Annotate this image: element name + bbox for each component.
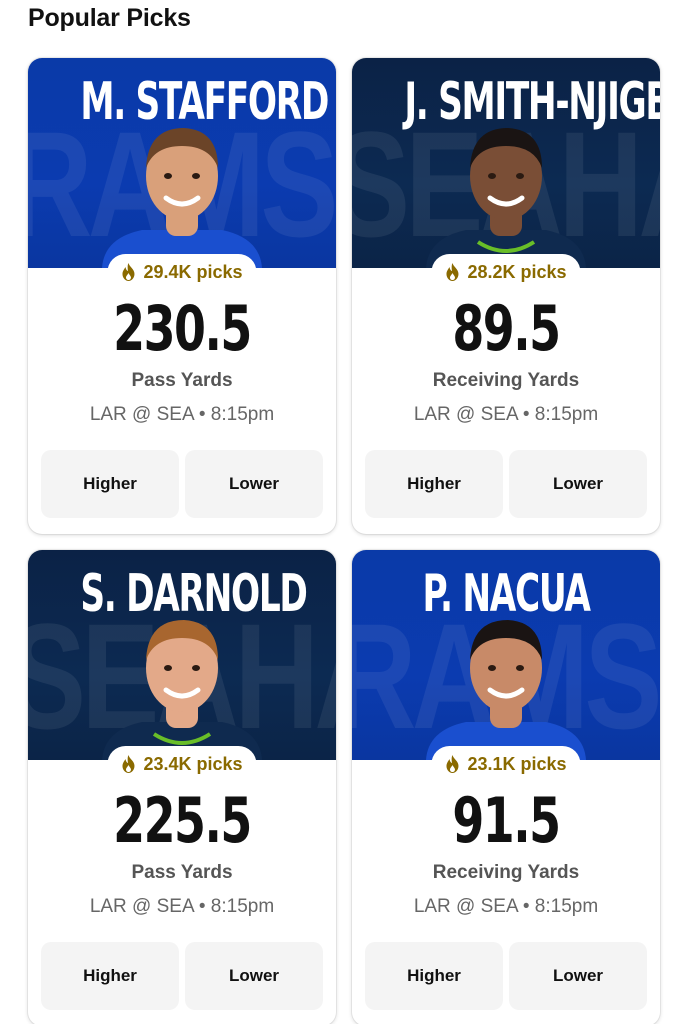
flame-icon	[122, 755, 135, 773]
pick-buttons: Higher Lower	[41, 942, 323, 1010]
stat-label: Pass Yards	[131, 862, 233, 883]
player-banner: RAMS M. STAFFORD	[28, 58, 336, 268]
higher-button[interactable]: Higher	[365, 942, 503, 1010]
stat-label: Receiving Yards	[432, 370, 580, 391]
player-name: M. STAFFORD	[80, 72, 329, 132]
pick-buttons: Higher Lower	[41, 450, 323, 518]
game-matchup: LAR @ SEA • 8:15pm	[89, 404, 275, 425]
picks-count-badge: 23.1K picks	[431, 746, 581, 782]
picks-count: 28.2K picks	[467, 261, 567, 282]
pick-card[interactable]: SEAHAWKS J. SMITH-NJIGBA 28.2K picks 89.…	[352, 58, 660, 534]
pick-card[interactable]: SEAHAWKS S. DARNOLD 23.4K picks 225.5 Pa…	[28, 550, 336, 1024]
player-headshot	[102, 128, 262, 268]
flame-icon	[446, 755, 459, 773]
picks-count-badge: 28.2K picks	[431, 254, 581, 290]
picks-count-badge: 23.4K picks	[107, 746, 257, 782]
picks-count-badge: 29.4K picks	[107, 254, 257, 290]
higher-button[interactable]: Higher	[41, 450, 179, 518]
higher-button[interactable]: Higher	[41, 942, 179, 1010]
stat-label: Receiving Yards	[432, 862, 580, 883]
pick-buttons: Higher Lower	[365, 450, 647, 518]
player-headshot	[102, 620, 262, 760]
game-matchup: LAR @ SEA • 8:15pm	[413, 896, 599, 917]
section-title: Popular Picks	[28, 4, 191, 32]
game-matchup: LAR @ SEA • 8:15pm	[413, 404, 599, 425]
flame-icon	[446, 263, 459, 281]
lower-button[interactable]: Lower	[509, 942, 647, 1010]
player-headshot	[426, 620, 586, 760]
player-banner: SEAHAWKS J. SMITH-NJIGBA	[352, 58, 660, 268]
stat-label: Pass Yards	[131, 370, 233, 391]
picks-count: 23.4K picks	[143, 753, 243, 774]
picks-count: 29.4K picks	[143, 261, 243, 282]
lower-button[interactable]: Lower	[185, 450, 323, 518]
stat-line-value: 89.5	[452, 292, 561, 365]
player-name: J. SMITH-NJIGBA	[404, 72, 660, 132]
player-banner: SEAHAWKS S. DARNOLD	[28, 550, 336, 760]
higher-button[interactable]: Higher	[365, 450, 503, 518]
stat-line-value: 91.5	[452, 784, 561, 857]
player-headshot	[426, 128, 586, 268]
stat-line-value: 230.5	[113, 292, 252, 365]
player-name: P. NACUA	[422, 564, 590, 624]
pick-card[interactable]: RAMS M. STAFFORD 29.4K picks 230.5 Pass …	[28, 58, 336, 534]
lower-button[interactable]: Lower	[509, 450, 647, 518]
picks-count: 23.1K picks	[467, 753, 567, 774]
flame-icon	[122, 263, 135, 281]
lower-button[interactable]: Lower	[185, 942, 323, 1010]
game-matchup: LAR @ SEA • 8:15pm	[89, 896, 275, 917]
player-banner: RAMS P. NACUA	[352, 550, 660, 760]
stat-line-value: 225.5	[113, 784, 252, 857]
pick-buttons: Higher Lower	[365, 942, 647, 1010]
pick-card[interactable]: RAMS P. NACUA 23.1K picks 91.5 Receiving…	[352, 550, 660, 1024]
player-name: S. DARNOLD	[80, 564, 308, 624]
popular-picks-grid: RAMS M. STAFFORD 29.4K picks 230.5 Pass …	[28, 58, 660, 1024]
